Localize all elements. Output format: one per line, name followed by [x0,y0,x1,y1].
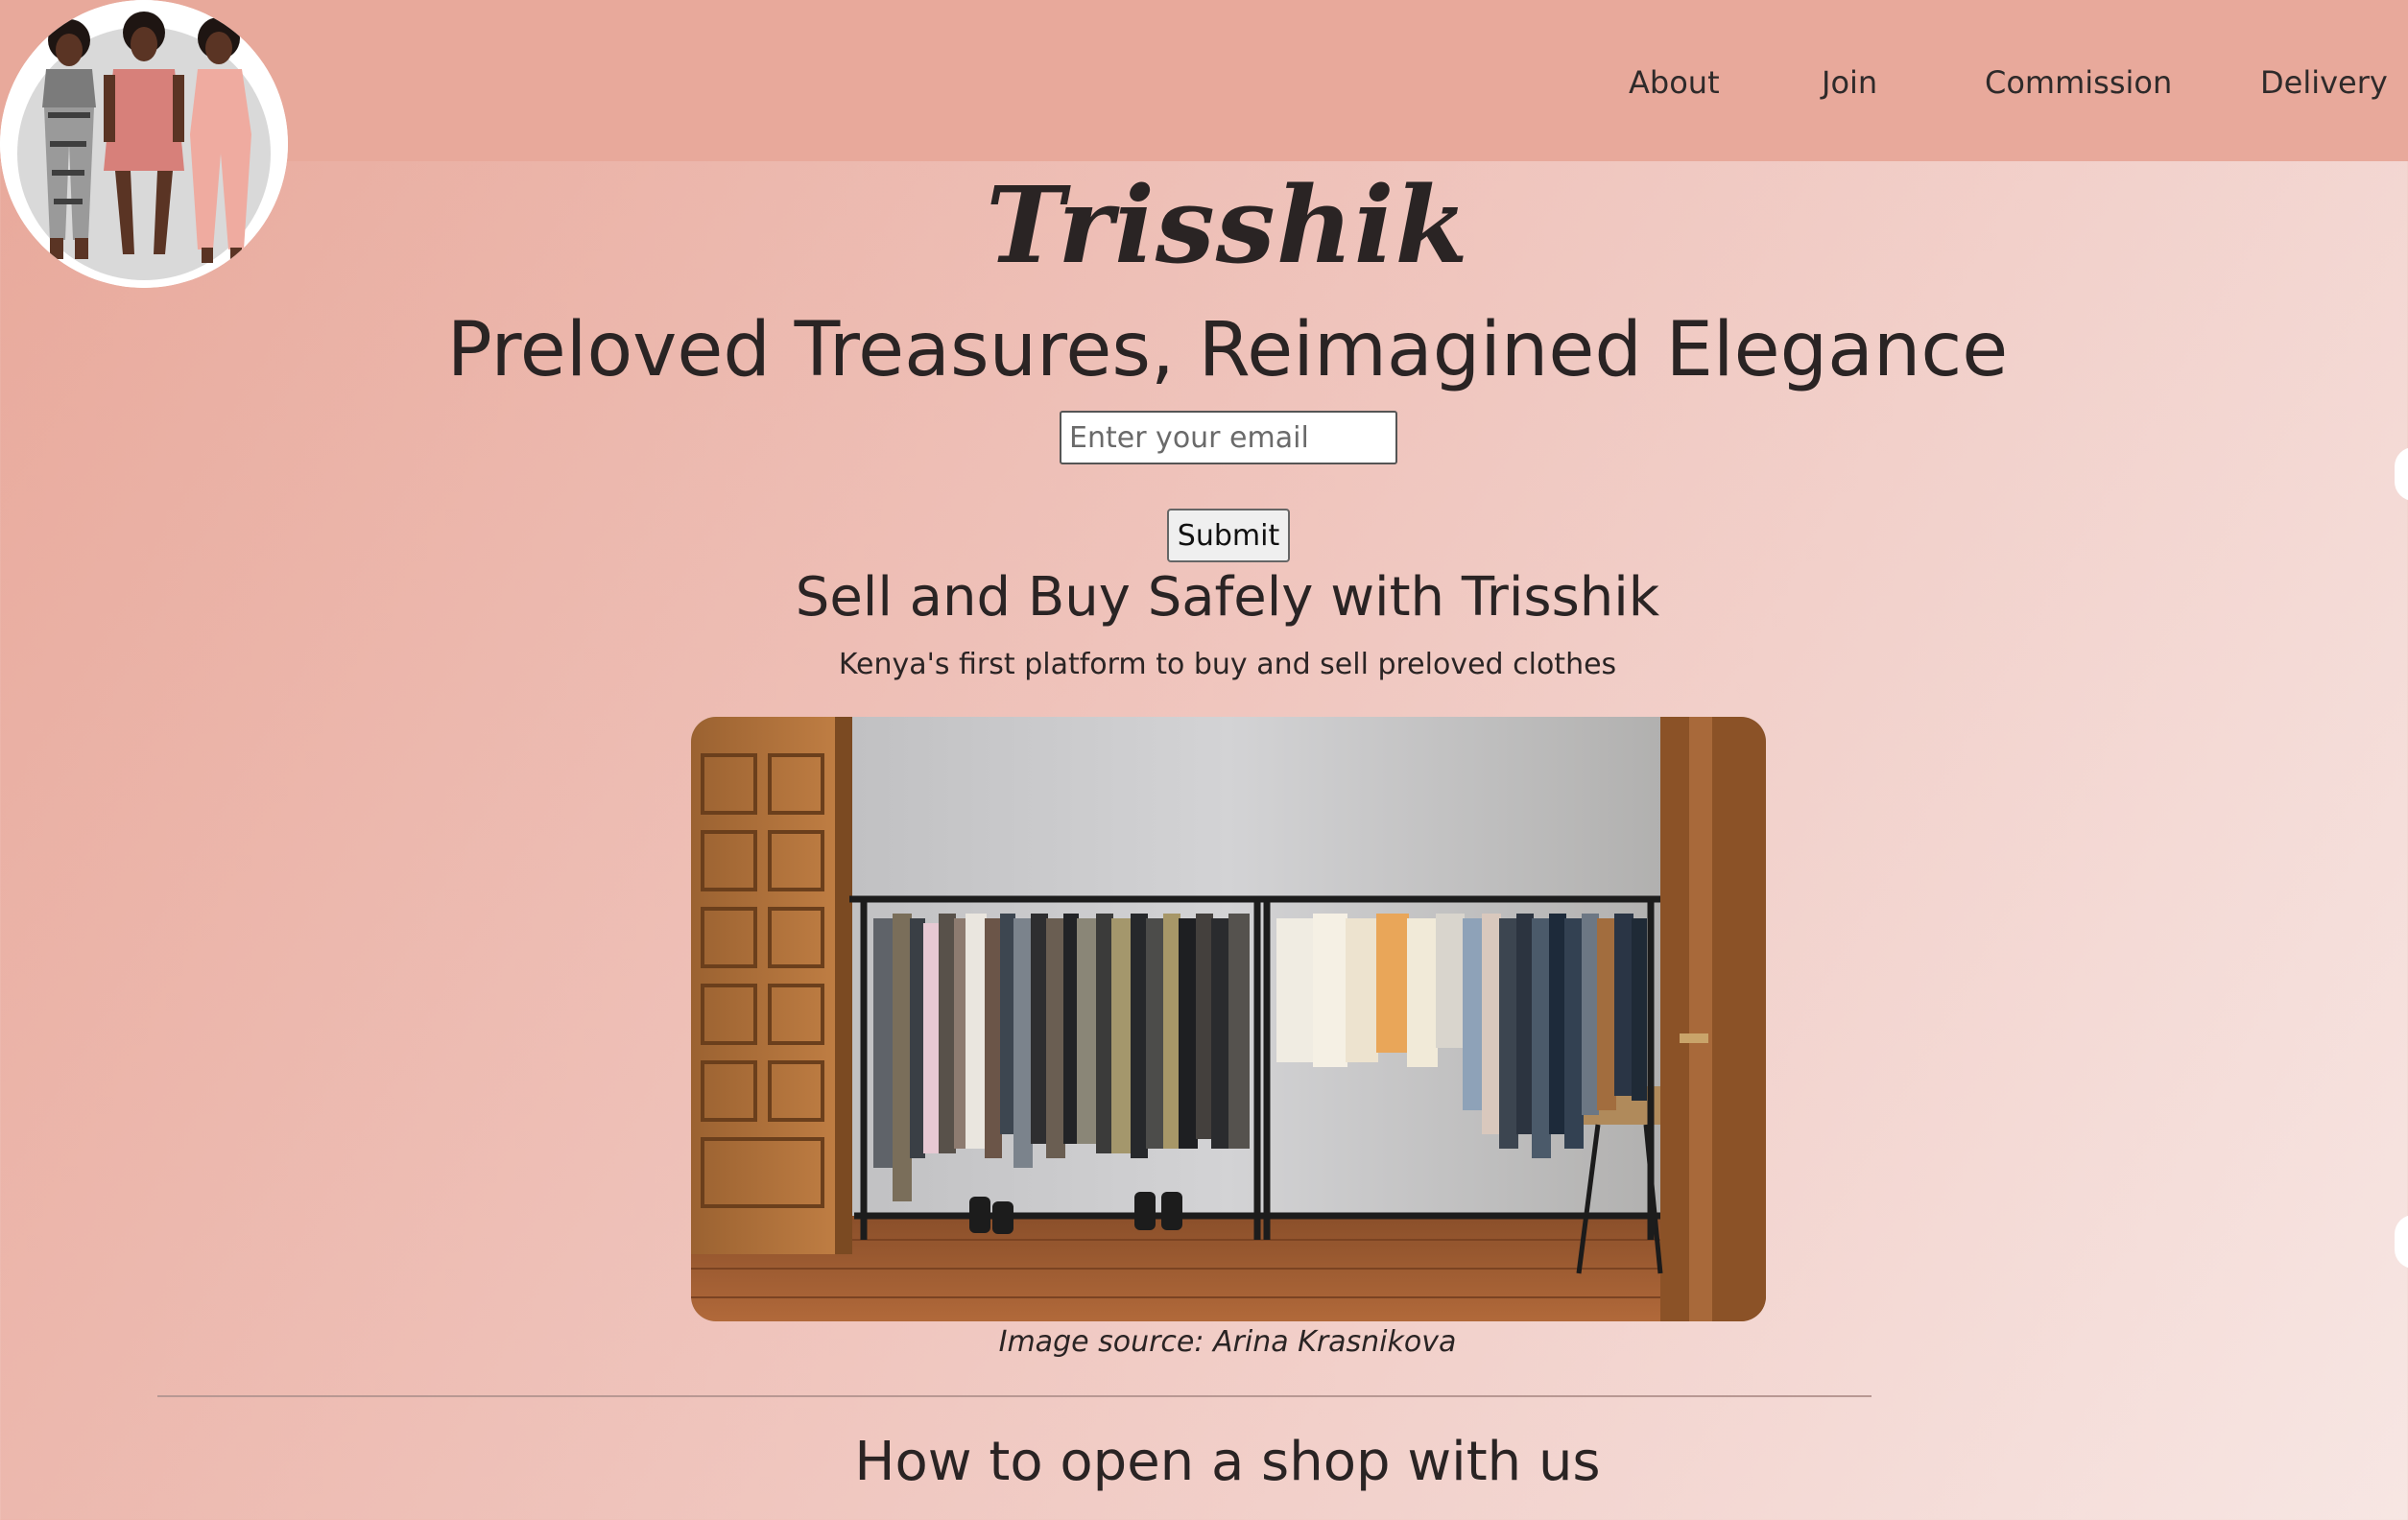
nav-join-link[interactable]: Join [1822,59,1877,106]
carousel-control[interactable] [2395,1215,2408,1269]
submit-button[interactable]: Submit [1167,509,1290,562]
section-divider [157,1395,1872,1397]
nav-commission-link[interactable]: Commission [1985,59,2172,106]
section-tagline: Kenya's first platform to buy and sell p… [838,648,1617,681]
hero-title: Preloved Treasures, Reimagined Elegance [446,307,2009,393]
how-to-open-shop-title: How to open a shop with us [854,1431,1601,1493]
image-caption: Image source: Arina Krasnikova [998,1325,1457,1359]
brand-name: Trisshik [986,163,1469,287]
carousel-control[interactable] [2395,447,2408,501]
clothes-rack-photo [691,717,1766,1321]
email-input[interactable] [1060,411,1397,464]
nav-delivery-link[interactable]: Delivery [2260,59,2388,106]
nav-about-link[interactable]: About [1629,59,1720,106]
section-title: Sell and Buy Safely with Trisshik [795,566,1660,629]
